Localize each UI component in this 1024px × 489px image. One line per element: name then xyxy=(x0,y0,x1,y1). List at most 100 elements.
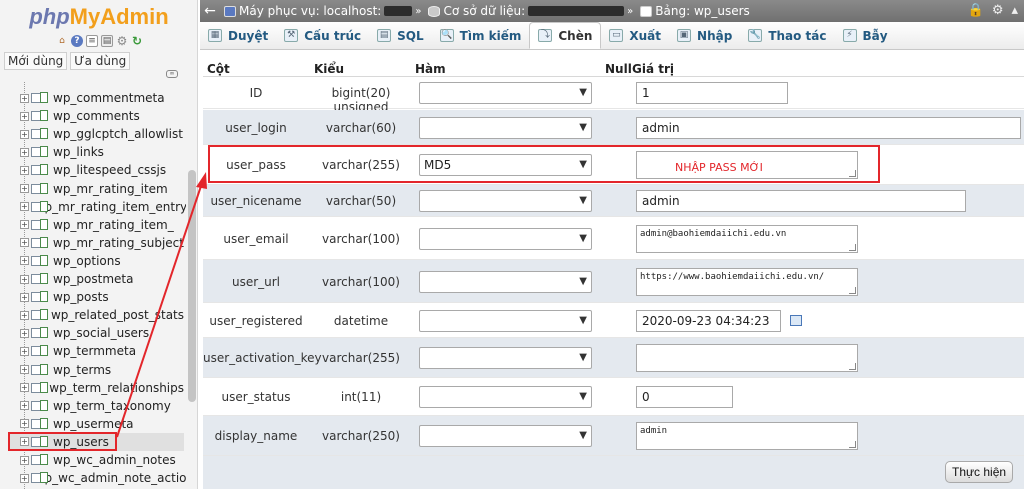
function-select[interactable]: ▼ xyxy=(419,116,592,139)
sidebar-table-item[interactable]: + wp_mr_rating_item_entry xyxy=(8,198,186,216)
lock-icon[interactable]: 🔒 xyxy=(968,3,984,19)
tab-3[interactable]: 🔍 Tìm kiếm xyxy=(432,22,530,49)
value-textarea[interactable]: https://www.baohiemdaiichi.edu.vn/ xyxy=(636,267,858,296)
collapse-top-icon[interactable]: ▴ xyxy=(1011,3,1018,19)
resize-handle-icon[interactable] xyxy=(849,441,856,448)
value-input[interactable]: 0 xyxy=(636,386,733,408)
expand-icon[interactable]: + xyxy=(20,401,29,411)
sidebar-table-item[interactable]: + wp_gglcptch_allowlist xyxy=(8,125,184,143)
link-collapse-icon[interactable]: ∞ xyxy=(166,70,178,78)
expand-icon[interactable]: + xyxy=(20,256,29,266)
function-select[interactable]: ▼ xyxy=(419,309,592,332)
sidebar-table-item[interactable]: + wp_wc_admin_notes xyxy=(8,451,184,469)
breadcrumb-database[interactable]: Cơ sở dữ liệu: xyxy=(443,4,525,18)
tab-1[interactable]: ⚒ Cấu trúc xyxy=(276,22,369,49)
home-icon[interactable]: ⌂ xyxy=(56,35,68,47)
settings-gear-icon[interactable]: ⚙ xyxy=(992,3,1004,19)
sidebar-table-item[interactable]: + wp_terms xyxy=(8,361,184,379)
expand-icon[interactable]: + xyxy=(20,365,29,374)
function-select[interactable]: ▼ xyxy=(419,227,592,250)
recent-tables-button[interactable]: Mới dùng xyxy=(4,52,68,70)
header-null: Null xyxy=(605,62,632,76)
sidebar-table-item[interactable]: + wp_wc_admin_note_action xyxy=(8,469,186,487)
breadcrumb-table[interactable]: Bảng: wp_users xyxy=(655,4,750,18)
expand-icon[interactable]: + xyxy=(20,202,29,212)
expand-icon[interactable]: + xyxy=(20,147,29,157)
resize-handle-icon[interactable] xyxy=(849,363,856,370)
gear-icon[interactable]: ⚙ xyxy=(116,35,128,47)
back-arrow-icon[interactable]: ← xyxy=(200,3,220,19)
tab-6[interactable]: ▣ Nhập xyxy=(669,22,740,49)
sidebar-table-item[interactable]: + wp_users xyxy=(8,432,184,451)
expand-icon[interactable]: + xyxy=(20,292,29,302)
expand-icon[interactable]: + xyxy=(20,165,29,175)
tab-4[interactable]: ⤵ Chèn xyxy=(529,22,602,49)
expand-icon[interactable]: + xyxy=(20,274,29,284)
resize-handle-icon[interactable] xyxy=(849,170,856,177)
favorite-tables-button[interactable]: Ưa dùng xyxy=(70,52,131,70)
sidebar-table-item[interactable]: + wp_termmeta xyxy=(8,342,184,360)
expand-icon[interactable]: + xyxy=(20,129,29,139)
tab-8[interactable]: ⚡ Bẫy xyxy=(835,22,896,49)
function-select[interactable]: ▼ xyxy=(419,270,592,293)
breadcrumb-server[interactable]: Máy phục vụ: localhost: xyxy=(239,4,381,18)
resize-handle-icon[interactable] xyxy=(849,243,856,251)
sidebar-table-item[interactable]: + wp_links xyxy=(8,143,184,161)
resize-handle-icon[interactable] xyxy=(849,286,856,294)
sidebar-table-item[interactable]: + wp_comments xyxy=(8,107,184,125)
sidebar-scrollbar[interactable] xyxy=(186,82,197,489)
function-select[interactable]: ▼ xyxy=(419,386,592,408)
value-textarea[interactable]: admin@baohiemdaiichi.edu.vn xyxy=(636,224,858,253)
function-select[interactable]: ▼ xyxy=(419,347,592,369)
expand-icon[interactable]: + xyxy=(20,310,29,320)
docs-icon[interactable]: ≡ xyxy=(86,35,98,47)
expand-icon[interactable]: + xyxy=(20,383,29,393)
value-input[interactable]: 2020-09-23 04:34:23 xyxy=(636,309,781,332)
sidebar-table-item[interactable]: + wp_term_relationships xyxy=(8,379,184,397)
expand-icon[interactable]: + xyxy=(20,328,29,338)
expand-icon[interactable]: + xyxy=(20,184,29,193)
help-icon[interactable]: ? xyxy=(71,35,83,47)
expand-icon[interactable]: + xyxy=(20,473,29,483)
sidebar-table-item[interactable]: + wp_term_taxonomy xyxy=(8,397,184,415)
sidebar-table-item[interactable]: + wp_posts xyxy=(8,288,184,306)
tab-7[interactable]: 🔧 Thao tác xyxy=(740,22,834,49)
sidebar-table-item[interactable]: + wp_options xyxy=(8,252,184,270)
go-button[interactable]: Thực hiện xyxy=(945,461,1014,483)
value-input[interactable]: 1 xyxy=(636,82,788,104)
sql-icon[interactable]: ▤ xyxy=(101,35,113,47)
expand-icon[interactable]: + xyxy=(20,455,29,465)
expand-icon[interactable]: + xyxy=(20,220,29,230)
expand-icon[interactable]: + xyxy=(20,93,29,103)
sidebar-table-item[interactable]: + wp_usermeta xyxy=(8,415,184,433)
calendar-icon[interactable] xyxy=(790,315,802,326)
sidebar-scrollbar-thumb[interactable] xyxy=(188,170,196,402)
value-text: admin xyxy=(640,426,668,436)
value-textarea[interactable]: admin xyxy=(636,422,858,450)
function-select[interactable]: ▼ xyxy=(419,190,592,212)
tab-2[interactable]: ▤ SQL xyxy=(369,22,432,49)
function-select[interactable]: ▼ xyxy=(419,82,592,104)
sidebar-table-item[interactable]: + wp_mr_rating_item xyxy=(8,180,184,198)
function-select[interactable]: ▼ xyxy=(419,425,592,447)
tab-0[interactable]: ▦ Duyệt xyxy=(200,22,276,49)
tab-5[interactable]: ▭ Xuất xyxy=(601,22,669,49)
value-textarea[interactable] xyxy=(636,344,858,372)
sidebar-table-item[interactable]: + wp_social_users xyxy=(8,324,184,342)
expand-icon[interactable]: + xyxy=(20,419,29,429)
expand-icon[interactable]: + xyxy=(20,238,29,248)
sidebar-table-item[interactable]: + wp_commentmeta xyxy=(8,89,184,107)
expand-icon[interactable]: + xyxy=(20,346,29,356)
sidebar-table-item[interactable]: + wp_litespeed_cssjs xyxy=(8,161,184,179)
sidebar-table-item[interactable]: + wp_related_post_stats xyxy=(8,306,184,324)
sidebar-table-item[interactable]: + wp_postmeta xyxy=(8,270,184,288)
expand-icon[interactable]: + xyxy=(20,437,29,447)
value-input[interactable]: admin xyxy=(636,190,966,212)
sidebar-table-item[interactable]: + wp_mr_rating_item_ xyxy=(8,216,184,234)
function-select[interactable]: MD5 ▼ xyxy=(419,154,592,176)
reload-icon[interactable]: ↻ xyxy=(131,35,143,47)
value-input[interactable]: admin xyxy=(636,116,1021,139)
sidebar-table-item[interactable]: + wp_mr_rating_subject xyxy=(8,234,184,252)
phpmyadmin-logo[interactable]: phpMyAdmin xyxy=(0,4,197,30)
expand-icon[interactable]: + xyxy=(20,111,29,121)
